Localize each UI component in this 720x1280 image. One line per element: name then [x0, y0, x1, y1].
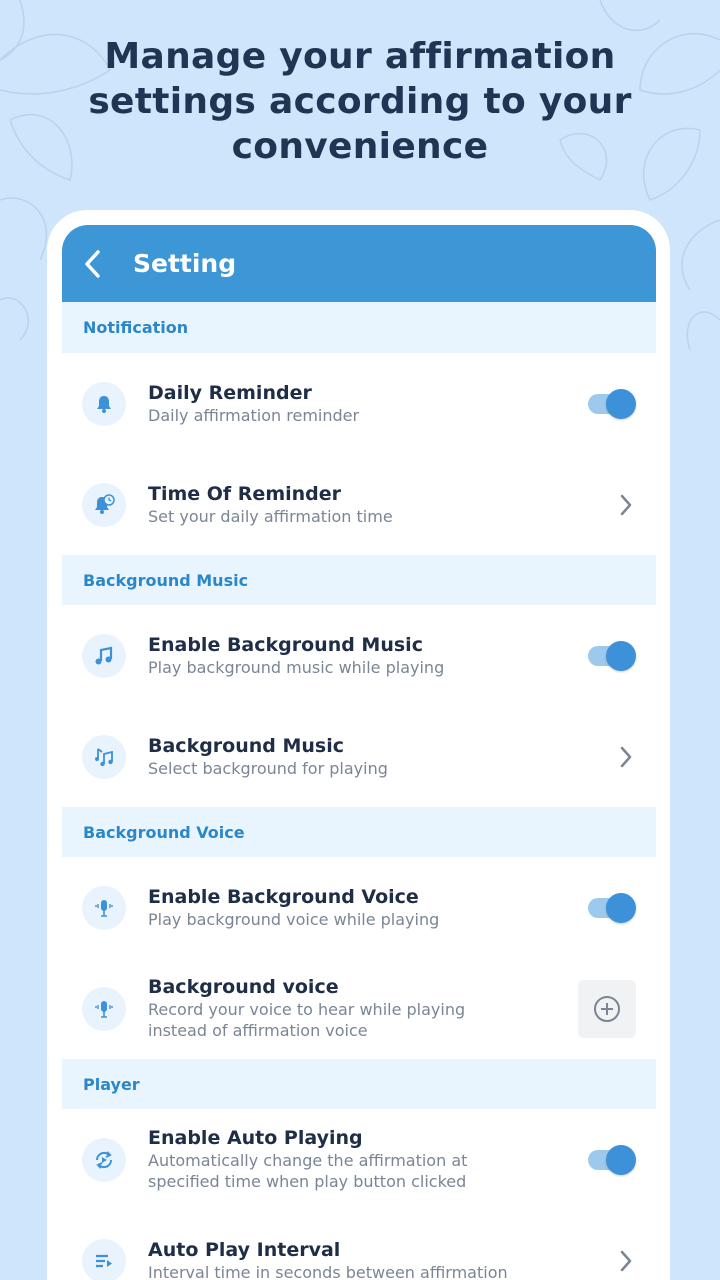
auto-playing-toggle[interactable] — [586, 1144, 636, 1175]
setting-row-auto-play-interval[interactable]: Auto Play Interval Interval time in seco… — [62, 1210, 656, 1280]
row-subtitle: Daily affirmation reminder — [148, 405, 360, 425]
row-subtitle-line2: specified time when play button clicked — [148, 1172, 467, 1191]
music-note-icon — [82, 633, 126, 678]
setting-row-enable-auto-playing[interactable]: Enable Auto Playing Automatically change… — [62, 1109, 656, 1210]
headline: Manage your affirmation settings accordi… — [88, 36, 632, 167]
setting-row-daily-reminder[interactable]: Daily Reminder Daily affirmation reminde… — [62, 353, 656, 454]
page-title: Setting — [133, 249, 237, 278]
chevron-left-icon — [85, 249, 100, 278]
row-subtitle: Select background for playing — [148, 758, 388, 778]
section-header-background-voice: Background Voice — [62, 807, 656, 857]
row-subtitle-line1: Automatically change the affirmation at — [148, 1151, 468, 1170]
row-title: Auto Play Interval — [148, 1238, 341, 1261]
row-title: Enable Background Voice — [148, 885, 419, 908]
back-button[interactable] — [62, 225, 122, 302]
section-header-notification: Notification — [62, 302, 656, 353]
setting-row-background-voice[interactable]: Background voice Record your voice to he… — [62, 958, 656, 1059]
row-title: Daily Reminder — [148, 381, 312, 404]
setting-row-enable-background-voice[interactable]: Enable Background Voice Play background … — [62, 857, 656, 958]
setting-row-enable-background-music[interactable]: Enable Background Music Play background … — [62, 605, 656, 706]
add-voice-button[interactable] — [578, 979, 636, 1038]
autoplay-icon — [82, 1137, 126, 1182]
daily-reminder-toggle[interactable] — [586, 388, 636, 419]
microphone-icon — [82, 885, 126, 930]
row-title: Time Of Reminder — [148, 482, 342, 505]
background-voice-toggle[interactable] — [586, 892, 636, 923]
section-header-background-music: Background Music — [62, 555, 656, 605]
chevron-right-icon — [616, 743, 636, 771]
music-notes-icon — [82, 734, 126, 779]
row-subtitle: Interval time in seconds between affirma… — [148, 1262, 508, 1280]
plus-circle-icon — [594, 995, 620, 1022]
row-title: Enable Auto Playing — [148, 1127, 363, 1149]
playlist-icon — [82, 1238, 126, 1280]
chevron-right-icon — [616, 1247, 636, 1275]
row-subtitle: Set your daily affirmation time — [148, 506, 393, 526]
alarm-clock-icon — [82, 482, 126, 527]
settings-screen: Setting Notification Daily Reminder Dail… — [62, 225, 656, 1280]
setting-row-background-music[interactable]: Background Music Select background for p… — [62, 706, 656, 807]
row-subtitle: Play background voice while playing — [148, 909, 440, 929]
bell-icon — [82, 381, 126, 426]
setting-row-time-of-reminder[interactable]: Time Of Reminder Set your daily affirmat… — [62, 454, 656, 555]
microphone-icon — [82, 986, 126, 1031]
row-title: Background Music — [148, 734, 345, 757]
section-header-player: Player — [62, 1059, 656, 1109]
row-title: Enable Background Music — [148, 633, 423, 656]
background-music-toggle[interactable] — [586, 640, 636, 671]
app-bar: Setting — [62, 225, 656, 302]
chevron-right-icon — [616, 491, 636, 519]
row-subtitle: Play background music while playing — [148, 657, 445, 677]
